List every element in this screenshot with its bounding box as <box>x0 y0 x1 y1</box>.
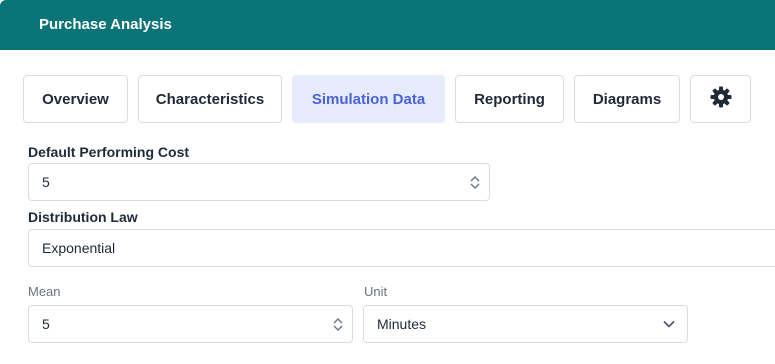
mean-input[interactable]: 5 <box>28 305 353 343</box>
distribution-law-value: Exponential <box>42 240 116 256</box>
mean-value: 5 <box>42 316 50 332</box>
gear-icon <box>709 85 733 113</box>
number-stepper[interactable] <box>330 317 346 332</box>
default-cost-input[interactable]: 5 <box>28 163 490 201</box>
chevron-up-icon[interactable] <box>470 175 480 182</box>
tab-label: Diagrams <box>592 90 662 108</box>
app-header: Purchase Analysis <box>0 0 775 50</box>
chevron-up-icon[interactable] <box>333 317 343 324</box>
tab-label: Overview <box>42 90 109 108</box>
tab-diagrams[interactable]: Diagrams <box>574 75 680 123</box>
default-cost-label: Default Performing Cost <box>28 144 190 160</box>
distribution-law-label: Distribution Law <box>28 209 138 225</box>
tab-label: Simulation Data <box>311 90 426 108</box>
tab-label: Characteristics <box>155 90 265 108</box>
mean-label: Mean <box>28 284 61 299</box>
default-cost-value: 5 <box>42 174 50 190</box>
distribution-law-select[interactable]: Exponential <box>28 229 775 267</box>
tab-reporting[interactable]: Reporting <box>455 75 564 123</box>
chevron-down-icon[interactable] <box>470 183 480 190</box>
settings-button[interactable] <box>690 75 751 123</box>
tab-overview[interactable]: Overview <box>23 75 128 123</box>
tab-simulation-data[interactable]: Simulation Data <box>292 75 445 123</box>
page-title: Purchase Analysis <box>39 15 172 33</box>
unit-select[interactable]: Minutes <box>363 305 688 343</box>
number-stepper[interactable] <box>467 175 483 190</box>
unit-value: Minutes <box>377 316 427 332</box>
tab-characteristics[interactable]: Characteristics <box>138 75 282 123</box>
chevron-down-icon <box>663 320 675 328</box>
chevron-down-icon[interactable] <box>333 325 343 332</box>
unit-label: Unit <box>364 284 388 299</box>
tab-label: Reporting <box>474 90 545 108</box>
tab-bar: Overview Characteristics Simulation Data… <box>23 75 751 123</box>
